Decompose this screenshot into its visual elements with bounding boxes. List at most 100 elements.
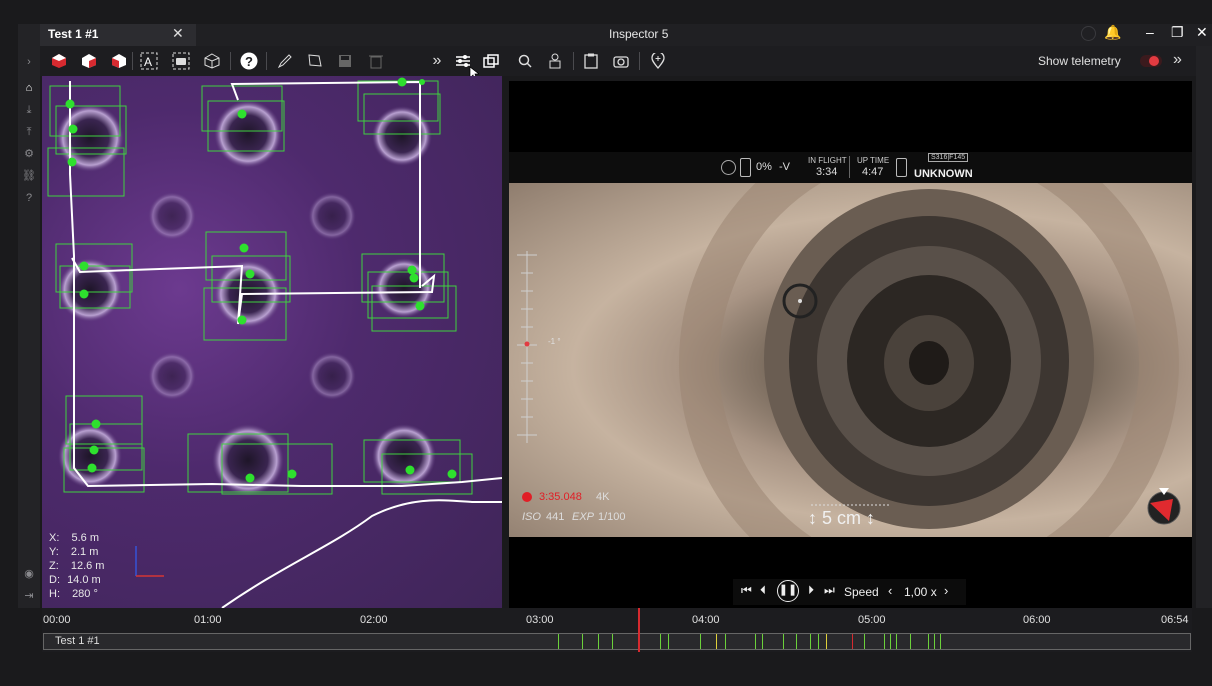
resolution: 4K — [596, 491, 610, 503]
cube-red-icon[interactable] — [49, 51, 69, 71]
event-marker — [852, 634, 853, 649]
arrow-updown-icon: ↕ — [808, 508, 817, 528]
save-icon[interactable] — [335, 51, 355, 71]
minimize-button[interactable]: – — [1146, 24, 1154, 40]
speed-decrease-icon[interactable]: ‹ — [888, 583, 892, 598]
distance-indicator: ↕ 5 cm ↕ — [808, 508, 876, 528]
up-time-label: UP TIME — [857, 156, 890, 165]
show-telemetry-label: Show telemetry — [1038, 54, 1121, 68]
timeline-tick: 01:00 — [194, 614, 222, 626]
map-view[interactable]: X: 5.6 m Y: 2.1 m Z: 12.6 m D: 14.0 m H:… — [42, 76, 502, 608]
skip-start-icon[interactable]: ⏮ — [741, 583, 752, 598]
link-icon[interactable]: ⛓ — [21, 168, 37, 184]
in-flight-label: IN FLIGHT — [808, 156, 847, 165]
wireframe-cube-icon[interactable] — [202, 51, 222, 71]
event-marker — [725, 634, 726, 649]
step-forward-icon[interactable]: ⏵ — [808, 583, 814, 598]
svg-text:?: ? — [245, 54, 253, 69]
coord-h: H: 280 ° — [49, 588, 98, 600]
map-canvas[interactable] — [42, 76, 502, 608]
timeline-tick: 05:00 — [858, 614, 886, 626]
layers-icon[interactable] — [481, 51, 501, 71]
speed-increase-icon[interactable]: › — [944, 583, 948, 598]
coord-x: X: 5.6 m — [49, 532, 99, 544]
left-rail: › ⌂ ⤓ ⤒ ⚙ ⛓ ? ◉ ⇥ — [18, 24, 40, 608]
in-flight-value: 3:34 — [816, 166, 838, 178]
status-text: UNKNOWN — [914, 168, 973, 180]
event-marker — [826, 634, 827, 649]
camera-feed[interactable] — [509, 183, 1192, 537]
tab-title: Test 1 #1 — [48, 27, 99, 41]
event-marker — [558, 634, 559, 649]
expand-arrow-icon[interactable]: › — [21, 54, 37, 70]
event-marker — [783, 634, 784, 649]
tab-close-icon[interactable]: ✕ — [172, 25, 184, 42]
status-dot-icon — [1081, 26, 1096, 41]
flight-path — [69, 80, 502, 488]
record-indicator-icon — [522, 492, 532, 502]
account-icon[interactable]: ◉ — [21, 566, 37, 582]
timeline-track[interactable] — [43, 633, 1191, 650]
timeline-tick: 06:00 — [1023, 614, 1051, 626]
download-icon[interactable]: ⤓ — [21, 102, 37, 118]
exp-label: EXP — [572, 511, 595, 523]
coord-z: Z: 12.6 m — [49, 560, 105, 572]
battery-icon — [740, 158, 751, 177]
polygon-icon[interactable] — [305, 51, 325, 71]
event-marker — [762, 634, 763, 649]
notification-bell-icon[interactable]: 🔔 — [1104, 24, 1121, 41]
pencil-icon[interactable] — [275, 51, 295, 71]
camera-icon[interactable] — [611, 51, 631, 71]
upload-icon[interactable]: ⤒ — [21, 124, 37, 140]
voltage-value: -V — [779, 161, 790, 173]
settings-icon[interactable]: ⚙ — [21, 146, 37, 162]
event-marker — [818, 634, 819, 649]
location-add-icon[interactable] — [648, 51, 668, 71]
double-chevron-icon[interactable]: » — [427, 51, 447, 71]
speed-value: 1,00 x — [904, 585, 937, 599]
event-marker — [668, 634, 669, 649]
help-circle-icon[interactable]: ? — [21, 190, 37, 206]
home-icon[interactable]: ⌂ — [21, 80, 37, 96]
coord-y: Y: 2.1 m — [49, 546, 99, 558]
event-marker — [890, 634, 891, 649]
svg-text:A: A — [144, 55, 152, 69]
event-marker — [940, 634, 941, 649]
cube-side-icon[interactable] — [79, 51, 99, 71]
up-time-value: 4:47 — [862, 166, 884, 178]
skip-end-icon[interactable]: ⏭ — [824, 583, 835, 598]
pitch-value: -1 ° — [548, 337, 561, 346]
exp-value: 1/100 — [598, 511, 626, 523]
pause-button[interactable]: ❚❚ — [777, 580, 799, 602]
cube-front-icon[interactable] — [109, 51, 129, 71]
camera-frame-icon[interactable] — [171, 51, 191, 71]
device-battery-icon — [896, 158, 907, 177]
device-code: S316|F145 — [928, 153, 969, 162]
timeline-tick: 04:00 — [692, 614, 720, 626]
speed-label: Speed — [844, 585, 879, 599]
help-icon[interactable]: ? — [239, 51, 259, 71]
expand-right-icon[interactable]: » — [1173, 51, 1182, 69]
globe-icon — [721, 160, 736, 175]
record-time: 3:35.048 — [539, 491, 582, 503]
arrow-updown-icon: ↕ — [866, 508, 876, 528]
event-marker — [796, 634, 797, 649]
event-marker — [660, 634, 661, 649]
close-window-button[interactable]: ✕ — [1196, 24, 1208, 41]
coord-d: D: 14.0 m — [49, 574, 101, 586]
robot-icon[interactable] — [545, 51, 565, 71]
event-marker — [896, 634, 897, 649]
logout-icon[interactable]: ⇥ — [21, 588, 37, 604]
step-back-icon[interactable]: ⏴ — [760, 583, 766, 598]
text-frame-icon[interactable]: A — [139, 51, 159, 71]
timeline-playhead[interactable] — [638, 608, 640, 652]
maximize-button[interactable]: ❐ — [1171, 24, 1184, 41]
telemetry-toggle-knob[interactable] — [1149, 56, 1159, 66]
track-label: Test 1 #1 — [55, 635, 100, 647]
timeline-tick: 03:00 — [526, 614, 554, 626]
zoom-icon[interactable] — [515, 51, 535, 71]
event-marker — [598, 634, 599, 649]
pipe-interior-image — [517, 183, 1181, 537]
trash-icon[interactable] — [366, 51, 386, 71]
clipboard-icon[interactable] — [581, 51, 601, 71]
